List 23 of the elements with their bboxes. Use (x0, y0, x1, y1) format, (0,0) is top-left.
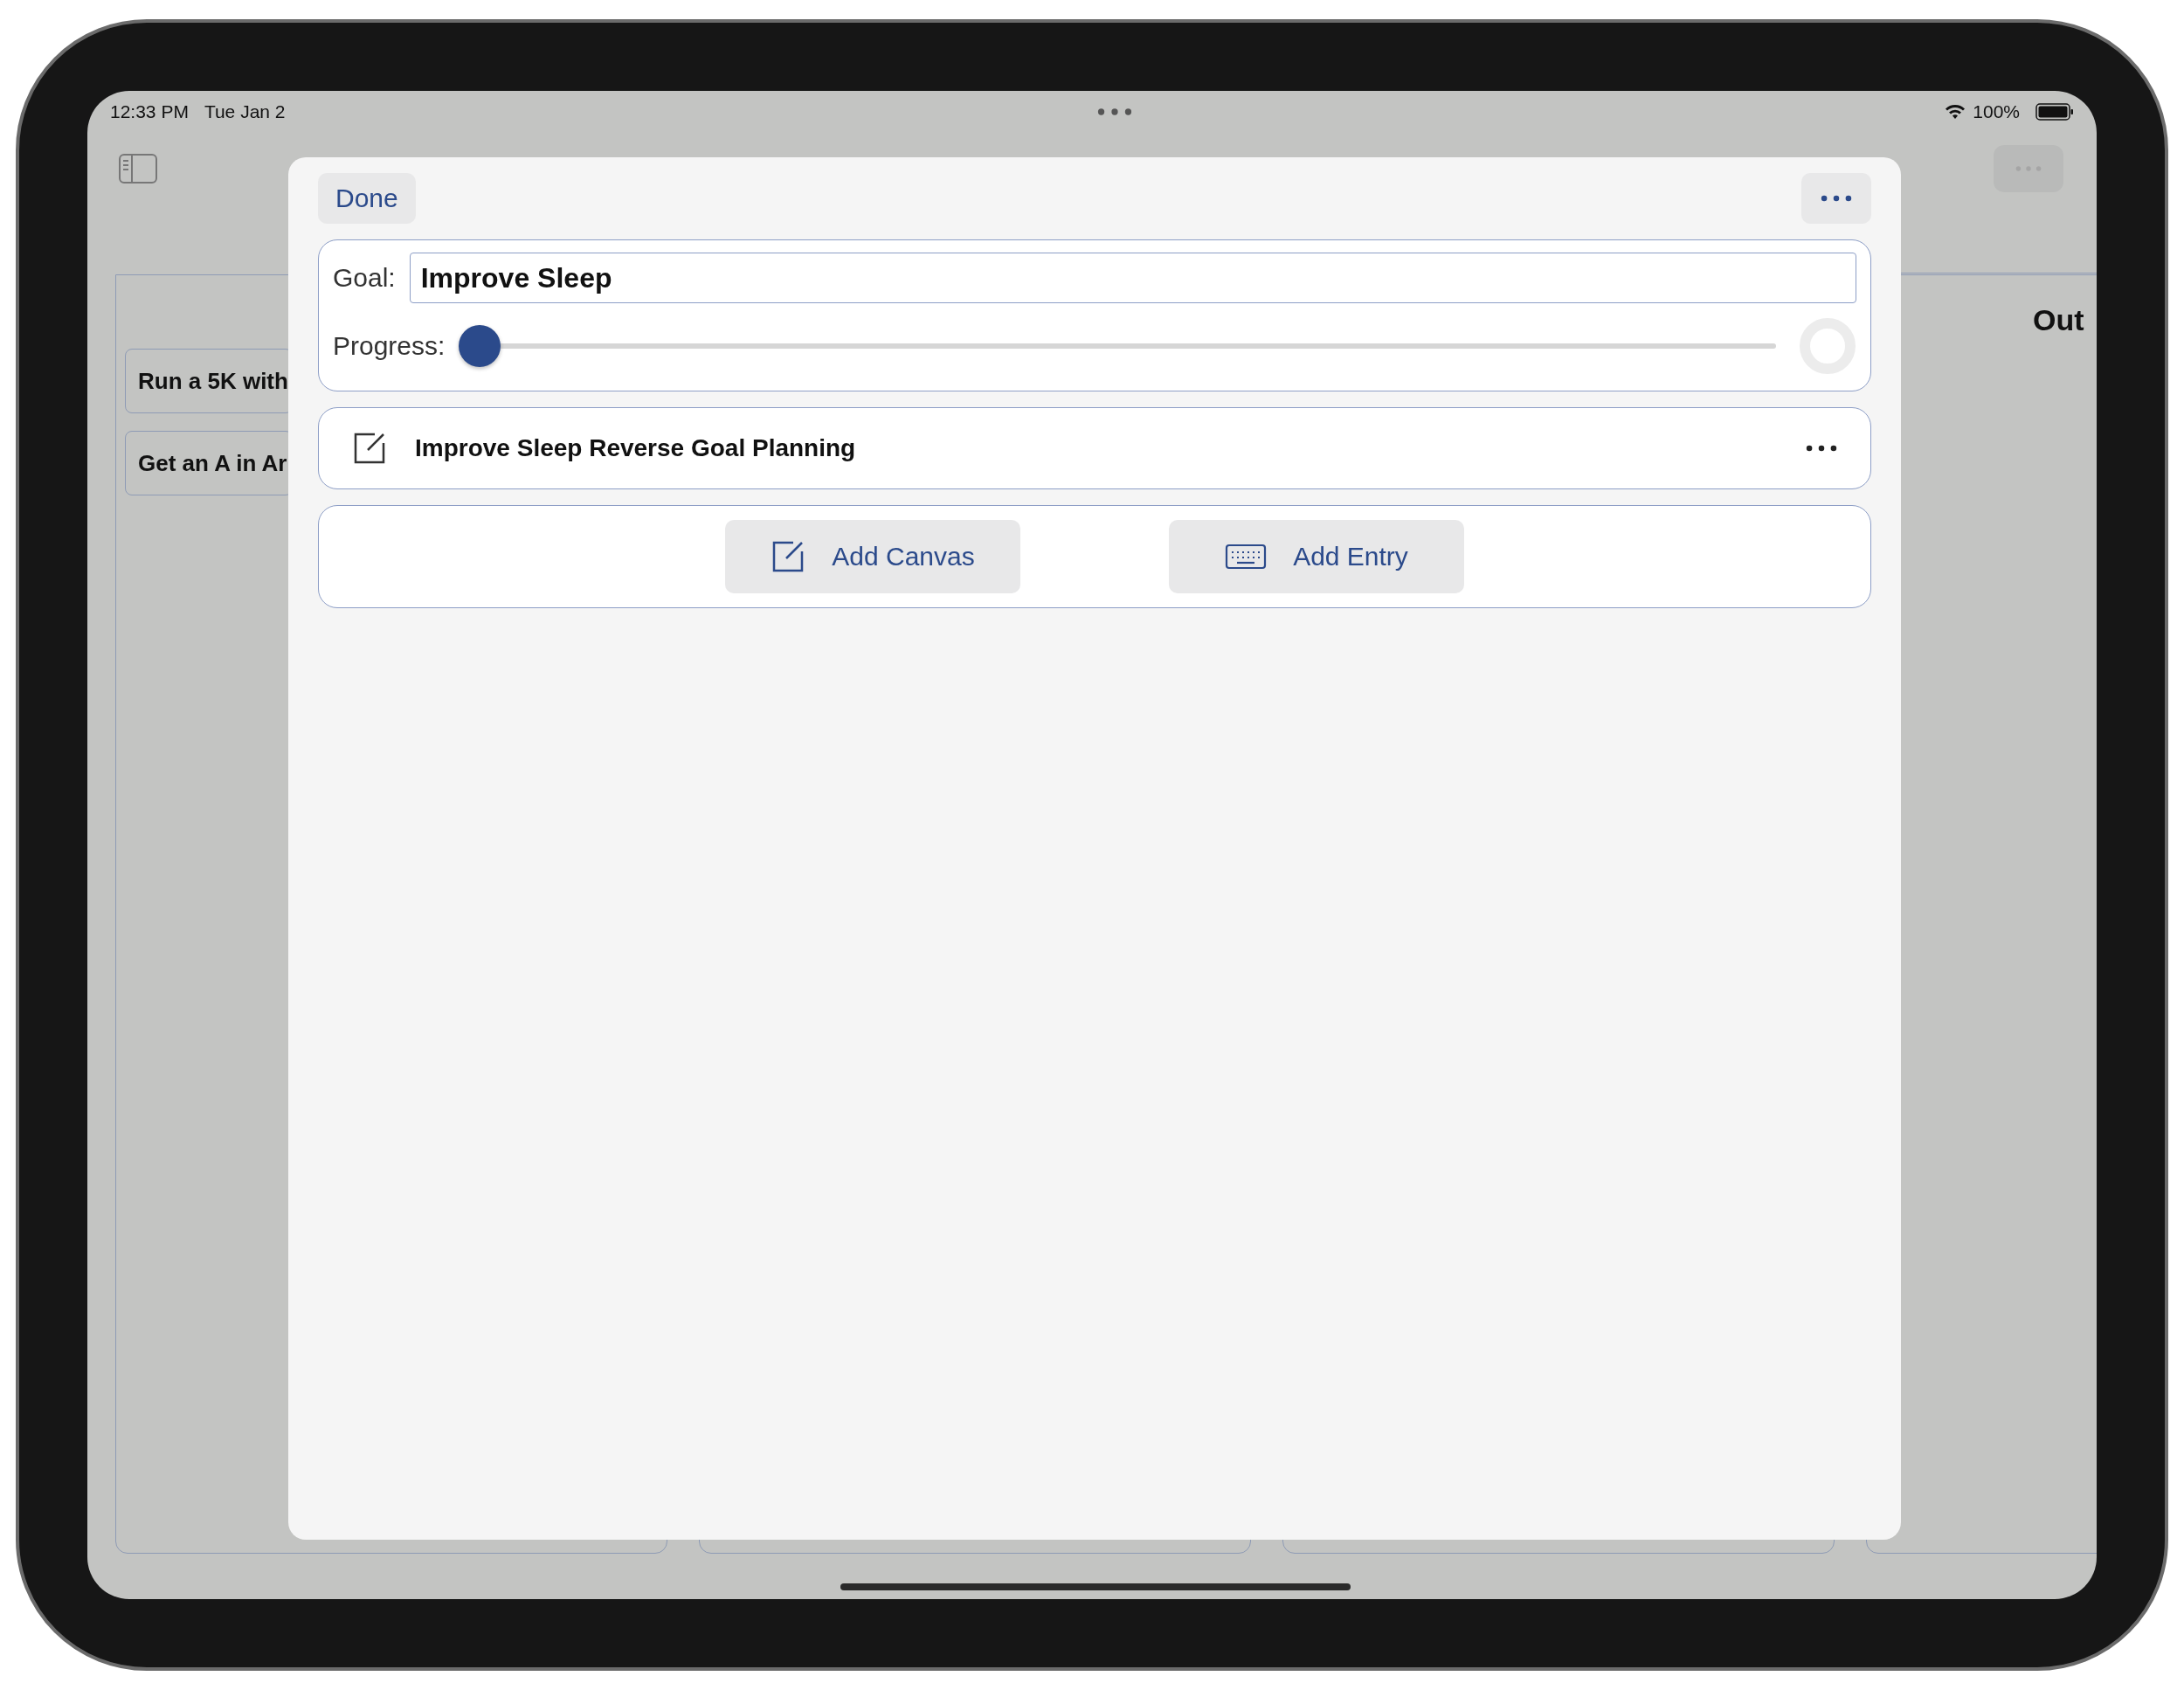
more-icon (1806, 444, 1837, 453)
goal-label: Goal: (333, 263, 396, 293)
done-button[interactable]: Done (318, 173, 416, 224)
compose-icon (352, 431, 387, 466)
more-icon (1821, 194, 1852, 203)
progress-slider[interactable] (459, 325, 1776, 367)
entry-row[interactable]: Improve Sleep Reverse Goal Planning (318, 407, 1871, 489)
entry-title: Improve Sleep Reverse Goal Planning (415, 434, 857, 462)
progress-label: Progress: (333, 331, 446, 361)
add-button[interactable]: Add Entry (1169, 520, 1464, 593)
column-title: Out (2032, 303, 2085, 337)
battery-percent: 100% (1973, 101, 2020, 122)
status-time: 12:33 PM (110, 101, 189, 122)
multitask-dots-icon (1097, 107, 1133, 116)
goal-field[interactable]: Improve Sleep (409, 253, 1856, 303)
sidebar-icon[interactable] (119, 154, 157, 184)
slider-thumb[interactable] (459, 325, 501, 367)
wifi-icon (1945, 104, 1966, 120)
add-button[interactable]: Add Canvas (725, 520, 1020, 593)
keyboard-icon (1225, 544, 1268, 570)
status-date: Tue Jan 2 (204, 101, 286, 122)
more-button[interactable] (1801, 173, 1871, 224)
battery-icon (2035, 103, 2074, 121)
